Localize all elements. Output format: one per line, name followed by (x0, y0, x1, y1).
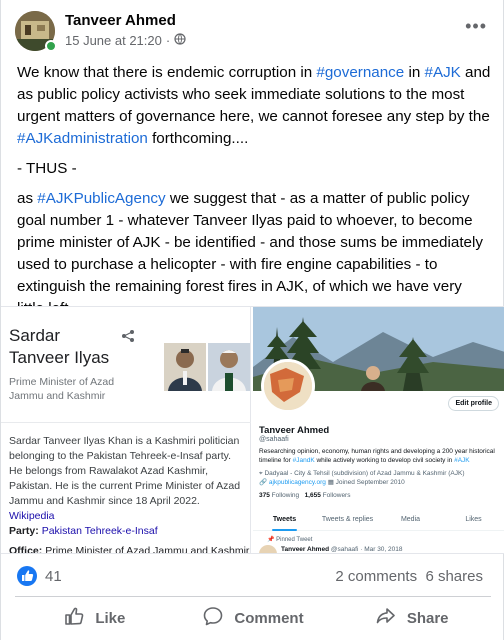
portrait-photo (164, 343, 206, 391)
comment-label: Comment (234, 609, 304, 627)
link-icon: 🔗 (259, 479, 268, 486)
twitter-location: ⌖ Dadyaal - City & Tehsil (subdivision) … (259, 470, 465, 486)
post-paragraph-2: - THUS - (17, 160, 77, 177)
hashtag-ajk[interactable]: #AJK (425, 64, 461, 81)
hashtag-ajkpublicagency[interactable]: #AJKPublicAgency (37, 190, 165, 207)
thumbs-up-icon (63, 605, 85, 631)
post-actions: Like Comment Share (15, 600, 491, 636)
reaction-stats: 41 2 comments 6 shares (17, 566, 491, 588)
globe-icon (174, 33, 186, 48)
wikipedia-link: Wikipedia (9, 510, 55, 522)
facebook-post: Tanveer Ahmed 15 June at 21:20 · ••• We … (0, 0, 504, 640)
office-row: Office: Prime Minister of Azad Jammu and… (9, 545, 250, 554)
pin-icon: 📌 (267, 537, 275, 543)
share-arrow-icon (375, 605, 397, 631)
like-reaction-icon[interactable] (17, 566, 37, 586)
twitter-bio: Researching opinion, economy, human righ… (259, 448, 495, 464)
comment-button[interactable]: Comment (174, 600, 333, 636)
tab-media: Media (400, 516, 421, 523)
knowledge-panel-subtitle: Prime Minister of Azad Jammu and Kashmir (9, 376, 115, 402)
tab-tweets: Tweets (253, 509, 316, 531)
knowledge-panel-description: Sardar Tanveer Ilyas Khan is a Kashmiri … (9, 435, 241, 522)
tweet-avatar (259, 545, 277, 553)
knowledge-panel-title: Sardar Tanveer Ilyas (9, 326, 110, 367)
like-count[interactable]: 41 (45, 568, 62, 585)
post-timestamp[interactable]: 15 June at 21:20 (65, 33, 162, 48)
divider (1, 422, 251, 423)
location-icon: ⌖ (259, 470, 263, 477)
edit-profile-button: Edit profile (448, 396, 499, 411)
post-meta: 15 June at 21:20 · (65, 33, 186, 48)
share-count[interactable]: 6 shares (425, 568, 483, 585)
attached-image-collage[interactable]: Sardar Tanveer Ilyas Prime Minister of A… (1, 306, 504, 554)
pinned-tweet-label: 📌 Pinned Tweet (267, 537, 313, 543)
tab-tweets-replies: Tweets & replies (321, 516, 374, 523)
share-button[interactable]: Share (332, 600, 491, 636)
author-name[interactable]: Tanveer Ahmed (65, 12, 176, 29)
comment-icon (202, 605, 224, 631)
post-text: We know that there is endemic corruption… (17, 62, 493, 328)
calendar-icon: ▦ (327, 479, 334, 486)
portrait-photo (208, 343, 250, 391)
pinned-tweet-header: Tanveer Ahmed @sahaafi · Mar 30, 2018 (281, 546, 403, 553)
divider (15, 596, 491, 597)
like-button[interactable]: Like (15, 600, 174, 636)
online-status-dot (45, 40, 57, 52)
share-icon (121, 329, 135, 348)
tab-likes: Likes (465, 516, 482, 523)
share-label: Share (406, 609, 449, 627)
like-label: Like (95, 609, 126, 627)
twitter-profile-screenshot: Edit profile Tanveer Ahmed @sahaafi Rese… (253, 307, 504, 553)
twitter-follow-counts: 375 Following 1,655 Followers (259, 492, 351, 499)
twitter-handle: @sahaafi (259, 436, 289, 443)
post-paragraph-1: We know that there is endemic corruption… (17, 64, 491, 147)
hashtag-governance[interactable]: #governance (316, 64, 404, 81)
hashtag-ajkadministration[interactable]: #AJKadministration (17, 130, 148, 147)
more-options-icon[interactable]: ••• (465, 16, 487, 37)
post-paragraph-3: as #AJKPublicAgency we suggest that - as… (17, 190, 483, 317)
knowledge-panel-screenshot: Sardar Tanveer Ilyas Prime Minister of A… (1, 307, 251, 554)
comment-count[interactable]: 2 comments (335, 568, 417, 585)
party-row: Party: Pakistan Tehreek-e-Insaf (9, 525, 158, 537)
twitter-tabs: Tweets Tweets & replies Media Likes (253, 509, 504, 531)
post-header: Tanveer Ahmed 15 June at 21:20 · ••• (15, 10, 495, 54)
profile-avatar (261, 359, 315, 413)
twitter-display-name: Tanveer Ahmed (259, 425, 330, 436)
